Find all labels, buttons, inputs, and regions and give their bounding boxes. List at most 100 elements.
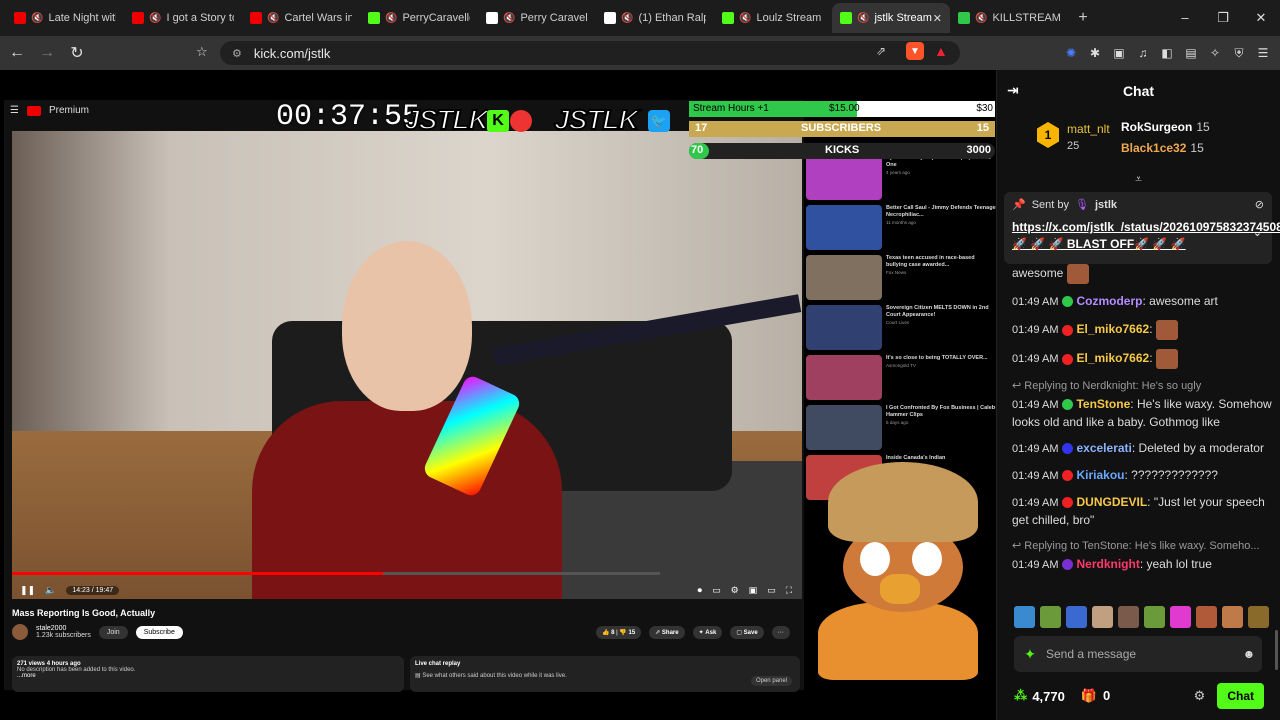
close-tab-icon[interactable]: ✕ bbox=[933, 12, 942, 25]
more-link[interactable]: ...more bbox=[17, 673, 399, 679]
save-button[interactable]: ▢ Save bbox=[730, 626, 764, 639]
browser-tab[interactable]: 🔇 Cartel Wars in Me bbox=[242, 3, 360, 33]
browser-tab[interactable]: 🔇 Loulz Stream bbox=[714, 3, 832, 33]
emote-1[interactable] bbox=[1014, 606, 1035, 628]
bookmark-icon[interactable]: ☆ bbox=[196, 44, 208, 60]
chat-settings-icon[interactable]: ⚙ bbox=[1194, 688, 1206, 704]
chat-message[interactable]: ↩ Replying to TenStone: He's like waxy. … bbox=[1012, 538, 1276, 574]
emote-4[interactable] bbox=[1092, 606, 1113, 628]
ask-button[interactable]: ✦ Ask bbox=[692, 626, 723, 639]
browser-tab[interactable]: 🔇 KILLSTREAM: C bbox=[950, 3, 1068, 33]
emoji-picker-icon[interactable]: ☻ bbox=[1236, 647, 1262, 661]
leader2[interactable]: RokSurgeon 15 bbox=[1121, 120, 1210, 134]
menu-icon[interactable]: ☰ bbox=[1254, 46, 1272, 60]
recommended-video[interactable]: Better Call Saul - Jimmy Defends Teenage… bbox=[806, 205, 996, 254]
site-settings-icon[interactable]: ⚙ bbox=[232, 47, 242, 60]
emote-7[interactable] bbox=[1170, 606, 1191, 628]
pinned-expand-icon[interactable]: ⌄ bbox=[1253, 226, 1262, 239]
chat-message[interactable]: 01:49 AM Kiriakou: ????????????? bbox=[1012, 467, 1276, 485]
video-progress-bar[interactable] bbox=[12, 572, 660, 575]
leader3[interactable]: Black1ce32 15 bbox=[1121, 141, 1204, 155]
pinned-by-user[interactable]: jstlk bbox=[1095, 199, 1117, 211]
brave-shields-icon[interactable]: ▼ bbox=[906, 42, 924, 60]
tab-mute-icon[interactable]: 🔇 bbox=[739, 13, 751, 24]
join-button[interactable]: Join bbox=[98, 625, 128, 639]
tab-mute-icon[interactable]: 🔇 bbox=[385, 13, 397, 24]
chat-message[interactable]: 01:49 AM El_miko7662: bbox=[1012, 320, 1276, 340]
emote-3[interactable] bbox=[1066, 606, 1087, 628]
media-icon[interactable]: ♫ bbox=[1134, 46, 1152, 60]
open-panel-button[interactable]: Open panel bbox=[750, 676, 792, 686]
tab-mute-icon[interactable]: 🔇 bbox=[857, 13, 869, 24]
channel-points[interactable]: ⁂ 4,770 bbox=[1014, 688, 1065, 704]
browser-tab[interactable]: 🔇 PerryCaravello bbox=[360, 3, 478, 33]
chat-message[interactable]: ↩ Replying to Nerdknight: He's so ugly 01… bbox=[1012, 378, 1276, 431]
channel-name[interactable]: stale2000 bbox=[36, 625, 91, 632]
close-window-button[interactable]: ✕ bbox=[1242, 0, 1280, 36]
chat-username[interactable]: Kiriakou bbox=[1076, 468, 1124, 482]
tab-mute-icon[interactable]: 🔇 bbox=[621, 13, 633, 24]
url-bar[interactable]: ⚙ kick.com/jstlk bbox=[220, 41, 960, 65]
browser-tab[interactable]: 🔇 Late Night with bbox=[6, 3, 124, 33]
tab-mute-icon[interactable]: 🔇 bbox=[149, 13, 161, 24]
more-actions-button[interactable]: ⋯ bbox=[771, 626, 790, 639]
tab-mute-icon[interactable]: 🔇 bbox=[267, 13, 279, 24]
tab-mute-icon[interactable]: 🔇 bbox=[503, 13, 515, 24]
browser-tab[interactable]: 🔇 (1) Ethan Ralph (@ bbox=[596, 3, 714, 33]
browser-tab[interactable]: 🔇 jstlk Stream ✕ bbox=[832, 3, 950, 33]
chat-input[interactable]: ✦ Send a message ☻ bbox=[1014, 636, 1262, 672]
video-frame[interactable] bbox=[12, 131, 802, 599]
chat-message[interactable]: 01:49 AM Cozmoderp: awesome art bbox=[1012, 293, 1276, 311]
shield-icon[interactable]: ⛨ bbox=[1230, 46, 1248, 61]
miniplayer-icon[interactable]: ▣ bbox=[749, 585, 758, 596]
chat-username[interactable]: El_miko7662 bbox=[1076, 351, 1149, 365]
recommended-video[interactable]: Synthwave Cyberpunk Mixtape | Volume One… bbox=[806, 155, 996, 204]
vpn-icon[interactable]: ✺ bbox=[1062, 46, 1080, 60]
brave-rewards-icon[interactable]: ▲ bbox=[934, 43, 948, 59]
new-tab-button[interactable]: + bbox=[1068, 9, 1098, 27]
reload-button[interactable]: ↻ bbox=[64, 43, 90, 63]
tab-mute-icon[interactable]: 🔇 bbox=[31, 13, 43, 24]
forward-button[interactable]: → bbox=[34, 44, 60, 62]
pause-icon[interactable]: ❚❚ bbox=[20, 585, 35, 596]
subscribe-button[interactable]: Subscribe bbox=[135, 625, 183, 639]
screenshot-icon[interactable]: ▣ bbox=[1110, 46, 1128, 60]
collapse-chat-icon[interactable]: ⇥ bbox=[1007, 82, 1019, 99]
reply-context[interactable]: ↩ Replying to TenStone: He's like waxy. … bbox=[1012, 538, 1276, 555]
chat-username[interactable]: DUNGDEVIL bbox=[1076, 495, 1147, 509]
pinned-link[interactable]: https://x.com/jstlk_/status/202610975832… bbox=[1012, 219, 1280, 253]
leo-icon[interactable]: ✧ bbox=[1206, 46, 1224, 60]
emote-10[interactable] bbox=[1248, 606, 1269, 628]
hamburger-icon[interactable]: ☰ bbox=[10, 105, 19, 116]
browser-tab[interactable]: 🔇 Perry Caravello | C bbox=[478, 3, 596, 33]
emote-5[interactable] bbox=[1118, 606, 1139, 628]
share-icon[interactable]: ⇗ bbox=[876, 44, 886, 58]
chat-username[interactable]: TenStone bbox=[1076, 397, 1130, 411]
browser-tab[interactable]: 🔇 I got a Story to bbox=[124, 3, 242, 33]
unpin-icon[interactable]: ⊘ bbox=[1255, 198, 1264, 211]
chat-message[interactable]: 01:49 AM excelerati: Deleted by a moderat… bbox=[1012, 440, 1276, 458]
chat-message[interactable]: 01:49 AM DUNGDEVIL: "Just let your speech… bbox=[1012, 494, 1276, 529]
minimize-button[interactable]: – bbox=[1166, 0, 1204, 36]
autoplay-toggle[interactable]: ⏺ bbox=[698, 585, 703, 596]
sparkle-icon[interactable]: ✦ bbox=[1014, 646, 1046, 663]
settings-icon[interactable]: ⚙ bbox=[731, 585, 739, 596]
recommended-video[interactable]: It's so close to being TOTALLY OVER... As… bbox=[806, 355, 996, 404]
chat-username[interactable]: excelerati bbox=[1076, 441, 1131, 455]
gift-counter[interactable]: 🎁 0 bbox=[1081, 688, 1110, 704]
theater-icon[interactable]: ▭ bbox=[767, 585, 776, 596]
captions-icon[interactable]: ▭ bbox=[712, 585, 721, 596]
recommended-video[interactable]: Texas teen accused in race-based bullyin… bbox=[806, 255, 996, 304]
reply-context[interactable]: ↩ Replying to Nerdknight: He's so ugly bbox=[1012, 378, 1276, 395]
emote-9[interactable] bbox=[1222, 606, 1243, 628]
emote-2[interactable] bbox=[1040, 606, 1061, 628]
tab-mute-icon[interactable]: 🔇 bbox=[975, 13, 987, 24]
leader1-name[interactable]: matt_nlt bbox=[1067, 122, 1110, 136]
share-button[interactable]: ⇗ Share bbox=[649, 626, 685, 639]
chat-message[interactable]: awesome bbox=[1012, 264, 1276, 284]
leaderboard-expand-icon[interactable]: ⩡ bbox=[997, 172, 1280, 187]
chat-scrollbar[interactable] bbox=[1275, 630, 1278, 670]
emote-6[interactable] bbox=[1144, 606, 1165, 628]
sidebar-icon[interactable]: ◧ bbox=[1158, 46, 1176, 60]
extensions-icon[interactable]: ✱ bbox=[1086, 46, 1104, 60]
